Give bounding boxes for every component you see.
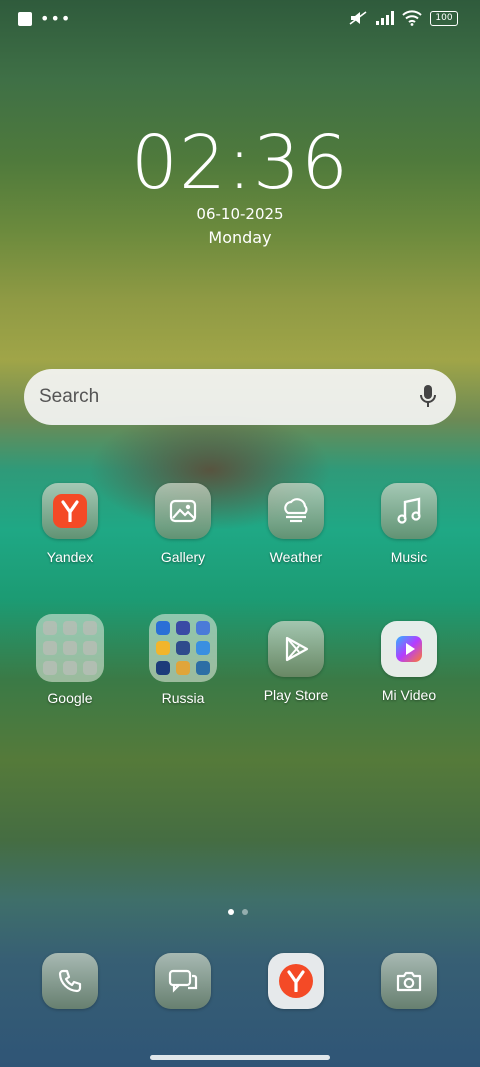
app-music[interactable]: Music bbox=[364, 483, 454, 565]
google-folder-icon[interactable] bbox=[36, 614, 104, 682]
clock-day: Monday bbox=[208, 228, 272, 247]
microphone-icon[interactable] bbox=[418, 384, 438, 410]
folder-russia[interactable]: Russia bbox=[138, 614, 228, 706]
app-label: Gallery bbox=[160, 549, 206, 565]
app-label: Google bbox=[47, 690, 93, 706]
mi-video-icon[interactable] bbox=[381, 621, 437, 677]
signal-icon bbox=[376, 11, 394, 25]
dock-phone[interactable] bbox=[25, 953, 115, 1009]
home-indicator[interactable] bbox=[150, 1055, 330, 1060]
dock-yandex-browser[interactable] bbox=[251, 953, 341, 1009]
app-label: Music bbox=[390, 549, 428, 565]
wifi-icon bbox=[402, 10, 422, 26]
app-label: Mi Video bbox=[381, 687, 437, 703]
weather-icon[interactable] bbox=[268, 483, 324, 539]
gallery-icon[interactable] bbox=[155, 483, 211, 539]
notification-icon bbox=[18, 12, 32, 26]
search-bar[interactable]: Search bbox=[24, 369, 456, 425]
camera-icon[interactable] bbox=[381, 953, 437, 1009]
dock-messages[interactable] bbox=[138, 953, 228, 1009]
yandex-app-icon[interactable] bbox=[42, 483, 98, 539]
yandex-browser-icon[interactable] bbox=[268, 953, 324, 1009]
app-label: Yandex bbox=[46, 549, 94, 565]
music-icon[interactable] bbox=[381, 483, 437, 539]
app-yandex[interactable]: Yandex bbox=[25, 483, 115, 565]
page-dot bbox=[242, 909, 248, 915]
app-label: Weather bbox=[269, 549, 323, 565]
dock-camera[interactable] bbox=[364, 953, 454, 1009]
app-label: Play Store bbox=[263, 687, 329, 703]
app-play-store[interactable]: Play Store bbox=[251, 621, 341, 703]
phone-icon[interactable] bbox=[42, 953, 98, 1009]
play-store-icon[interactable] bbox=[268, 621, 324, 677]
page-dot-active bbox=[228, 909, 234, 915]
app-mi-video[interactable]: Mi Video bbox=[364, 621, 454, 703]
folder-google[interactable]: Google bbox=[25, 614, 115, 706]
page-indicator bbox=[228, 909, 248, 915]
clock-time[interactable]: 02:36 bbox=[0, 120, 480, 206]
mute-icon bbox=[349, 11, 367, 25]
app-gallery[interactable]: Gallery bbox=[138, 483, 228, 565]
messages-icon[interactable] bbox=[155, 953, 211, 1009]
battery-icon: 100 bbox=[430, 10, 458, 26]
clock-date: 06-10-2025 bbox=[196, 205, 284, 223]
status-bar: ••• 100 bbox=[0, 0, 480, 40]
app-weather[interactable]: Weather bbox=[251, 483, 341, 565]
russia-folder-icon[interactable] bbox=[149, 614, 217, 682]
more-notifications-icon: ••• bbox=[40, 9, 72, 28]
search-placeholder: Search bbox=[39, 386, 100, 407]
app-label: Russia bbox=[161, 690, 205, 706]
